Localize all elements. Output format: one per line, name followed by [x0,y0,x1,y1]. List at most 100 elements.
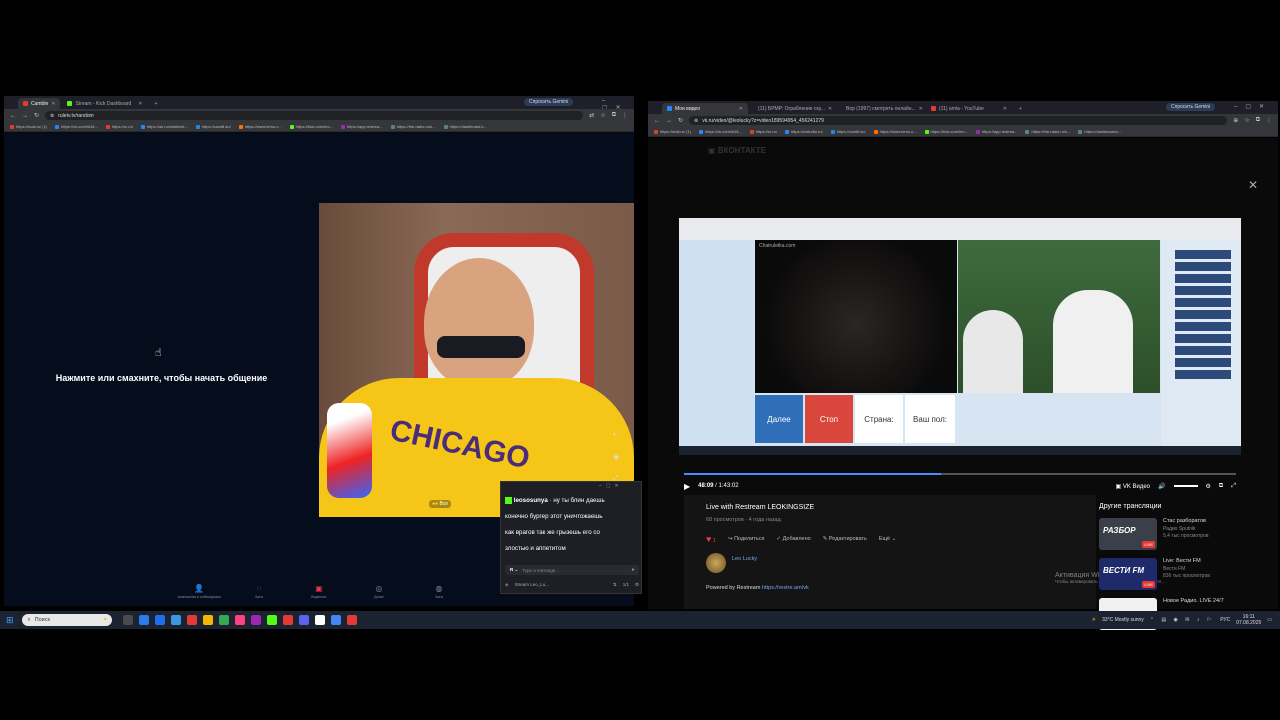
close-tab-icon[interactable]: ✕ [51,101,55,107]
window-controls[interactable]: –▢✕ [1234,103,1272,110]
menu-icon[interactable]: ⋮ [622,112,628,119]
close-tab-icon[interactable]: ✕ [1003,106,1007,112]
close-viewer-icon[interactable]: ✕ [1248,178,1258,192]
video-overlay-badge[interactable]: ●● Все [429,500,452,508]
bookmark-item[interactable]: https://dashboard.k... [443,124,487,129]
broadcast-item[interactable]: РАЗБОР LIVE Стас разборатов Радио Sputnik 5,… [1099,518,1209,550]
menu-icon[interactable]: ⋮ [1266,117,1272,124]
pinned-app-icon[interactable] [202,615,213,625]
chat-mode-icon[interactable]: R ⌄ [510,567,518,573]
right-tab-3[interactable]: Вор (1997) смотреть онлайн... ✕ [838,103,924,114]
left-tab-1[interactable]: Camble ✕ [18,98,61,109]
bookmark-item[interactable]: https://mail.ru/ (1) [10,124,47,129]
left-address-bar[interactable]: ⊚ ruletv.tv/random [45,111,584,120]
forward-icon[interactable]: → [666,118,672,124]
right-tab-4[interactable]: (11) amia - YouTube ✕ [926,103,1012,114]
extensions-icon[interactable]: ⧉ [1256,117,1260,124]
author-row[interactable]: Leo Lucky [706,553,757,573]
like-button[interactable]: ♥ 1 [706,534,716,544]
gemini-button[interactable]: Спросить Gemini [524,98,574,106]
bookmark-item[interactable]: https://www.temu.c... [873,129,917,134]
start-prompt[interactable]: Нажмите или смахните, чтобы начать общен… [24,373,299,383]
reload-icon[interactable]: ↻ [678,117,683,124]
gemini-button[interactable]: Спросить Gemini [1166,103,1216,111]
play-icon[interactable]: ▶ [684,482,690,491]
bookmark-item[interactable]: https://coralil.su/ [195,124,231,129]
pinned-app-icon[interactable] [218,615,229,625]
translate-icon[interactable]: ⇄ [589,112,594,119]
bookmark-item[interactable]: https://vk.com/id18... [55,124,98,129]
share-button[interactable]: ↪ Поделиться [728,536,765,542]
broadcast-item[interactable]: ВЕСТИ FM LIVE Live: Вести FM Вести FM 836 ты… [1099,558,1210,590]
bookmark-star-icon[interactable]: ☆ [600,112,605,119]
chat-input[interactable]: R ⌄ Type a message... ➤ [505,565,639,575]
new-tab-button[interactable]: + [1014,103,1027,114]
forward-icon[interactable]: → [22,113,28,119]
pinned-app-icon[interactable] [298,615,309,625]
more-button[interactable]: Ещё ⌄ [879,536,896,542]
close-tab-icon[interactable]: ✕ [828,106,832,112]
bookmark-item[interactable]: https://kick.com/leo... [289,124,333,129]
broadcast-thumbnail[interactable]: РАЗБОР LIVE [1099,518,1157,550]
clock[interactable]: 16:11 07.08.2025 [1236,614,1261,626]
back-icon[interactable]: ← [10,113,16,119]
taskbar-search[interactable]: ⌕ Поиск ✦ [21,614,112,626]
language-indicator[interactable]: РУС [1220,617,1230,623]
tray-icons[interactable]: ⌃ ▤ ◉ ✉ ♪ ⚐ [1150,617,1214,623]
bookmark-item[interactable]: https://rz.ru/ [749,129,777,134]
bookmark-item[interactable]: https://dashboard.k... [1078,129,1122,134]
broadcast-title[interactable]: Live: Вести FM [1163,558,1210,566]
close-tab-icon[interactable]: ✕ [138,101,142,107]
bookmark-item[interactable]: https://rzstudio.ru/ [784,129,823,134]
pinned-app-icon[interactable] [122,615,133,625]
author-name[interactable]: Leo Lucky [732,556,757,562]
volume-icon[interactable]: ◉ [613,453,619,461]
site-info-icon[interactable]: ⊚ [50,113,54,119]
camera-switch-icon[interactable]: ◐ [613,431,617,438]
bookmark-item[interactable]: https://the-radio.ru/s... [390,124,436,129]
pinned-app-icon[interactable] [170,615,181,625]
kick-chat-popup[interactable]: –▢✕ leososunya · ну ты блин даешь конечн… [500,481,642,594]
right-tab-2[interactable]: (11) БРМР: Ограбление ску... ✕ [750,103,836,114]
added-button[interactable]: ✓ Добавлено [776,536,810,542]
broadcast-title[interactable]: Новое Радио. LIVE 24/7 [1163,598,1224,606]
pinned-app-icon[interactable] [330,615,341,625]
close-tab-icon[interactable]: ✕ [739,106,743,112]
bookmark-item[interactable]: https://ok.ru/chatlivek... [140,124,188,129]
vk-logo[interactable]: ▣ ВКОНТАКТЕ [708,146,766,155]
nav-item[interactable]: ▣ Видеочат [294,584,344,599]
left-tab-2[interactable]: Stream - Kick Dashboard ✕ [62,98,147,109]
close-tab-icon[interactable]: ✕ [919,106,923,112]
edit-button[interactable]: ✎ Редактировать [823,536,867,542]
bookmark-item[interactable]: https://the-radio.ru/s... [1025,129,1070,134]
bookmark-star-icon[interactable]: ☆ [1244,117,1249,124]
pinned-app-icon[interactable] [154,615,165,625]
settings-icon[interactable]: ⚙ [1206,483,1211,490]
nav-item[interactable]: ◌ Чаты [234,584,284,599]
pinned-app-icon[interactable] [138,615,149,625]
notifications-icon[interactable]: ▭ [1267,617,1272,623]
author-avatar[interactable] [706,553,726,573]
restream-link[interactable]: https://restre.am/vk [762,585,809,591]
pinned-app-icon[interactable] [346,615,357,625]
nav-item[interactable]: ◍ Чаты [414,584,464,599]
reload-icon[interactable]: ↻ [34,112,39,119]
broadcast-thumbnail[interactable]: ВЕСТИ FM LIVE [1099,558,1157,590]
chat-username[interactable]: leososunya [514,497,548,504]
pinned-app-icon[interactable] [234,615,245,625]
bookmark-item[interactable]: https://vk.com/id18... [699,129,742,134]
bookmark-item[interactable]: https://www.temu.c... [238,124,282,129]
popup-controls[interactable]: –▢✕ [599,483,623,489]
zoom-icon[interactable]: ⊕ [1233,117,1238,124]
weather-text[interactable]: 33°C Mostly sunny [1102,617,1144,623]
bookmark-item[interactable]: https://mail.ru/ (1) [654,129,691,134]
nav-item[interactable]: ◎ Донат [354,584,404,599]
pinned-app-icon[interactable] [282,615,293,625]
vk-video-badge[interactable]: ▣ VK Видео [1115,483,1150,490]
back-icon[interactable]: ← [654,118,660,124]
pinned-app-icon[interactable] [186,615,197,625]
nav-item[interactable]: 👤 знакомства и собеседники [174,584,224,599]
bookmark-item[interactable]: https://app.restrea... [341,124,383,129]
right-tab-1[interactable]: Мои видео ✕ [662,103,748,114]
bookmark-item[interactable]: https://coralil.su/ [830,129,866,134]
